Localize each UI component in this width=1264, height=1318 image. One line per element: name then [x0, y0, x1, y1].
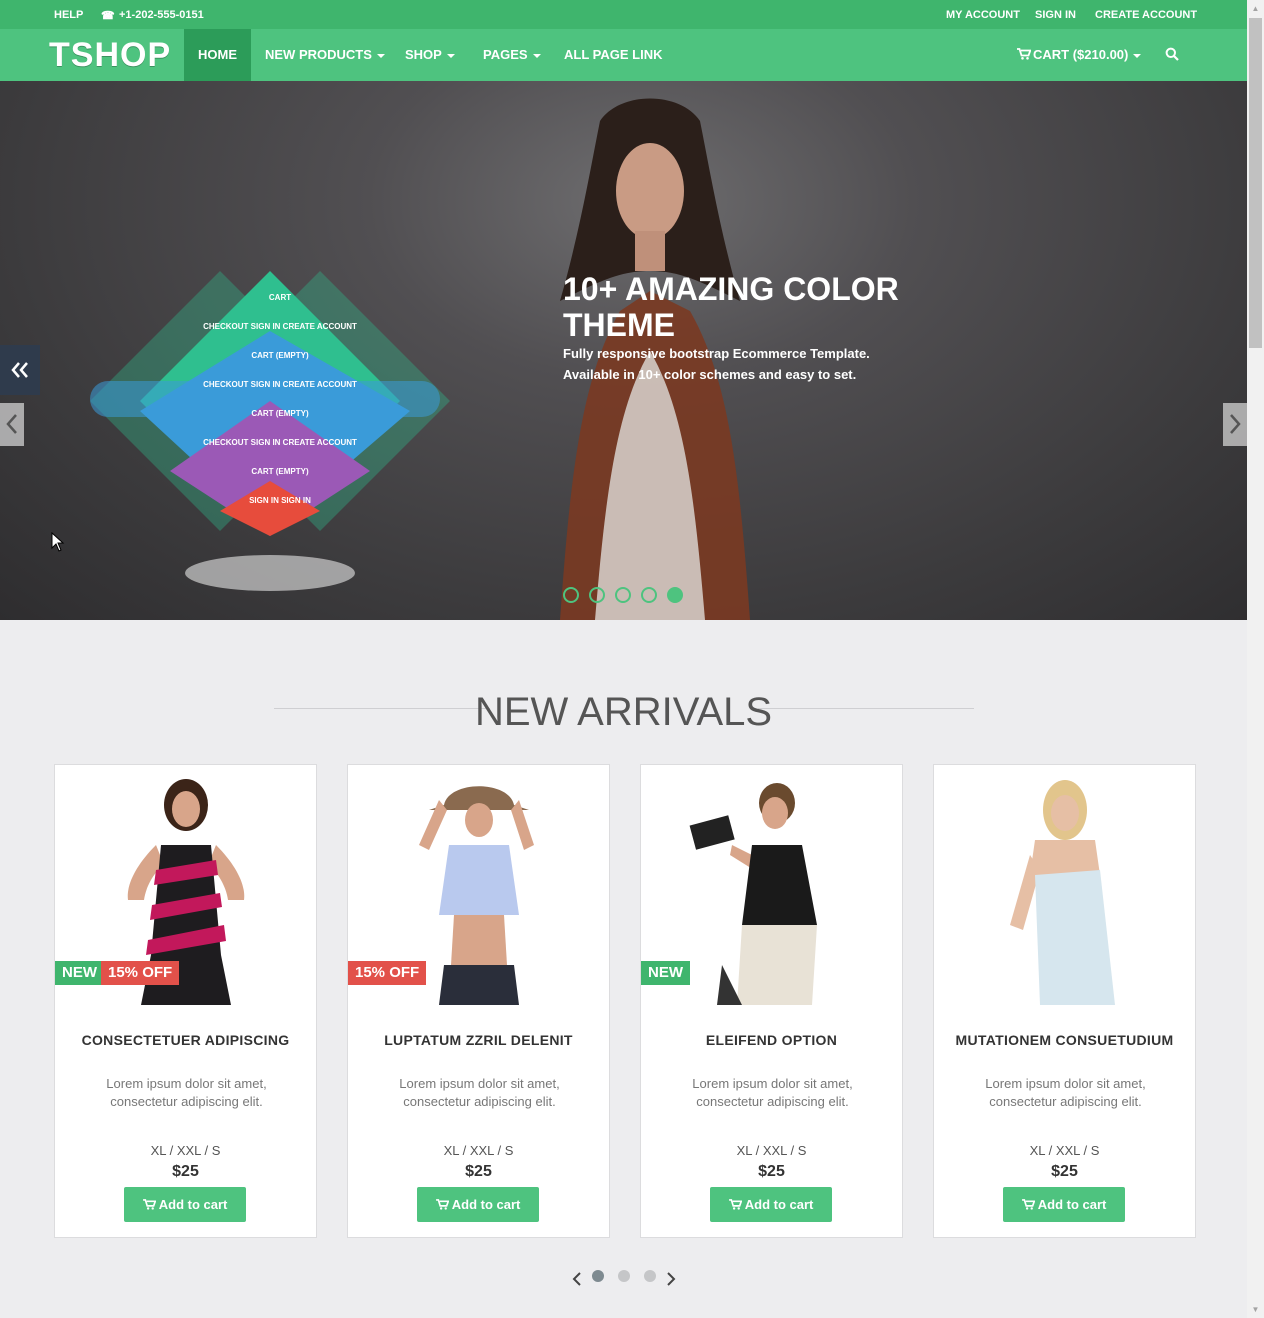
product-price: $25: [465, 1163, 492, 1180]
chevron-left-icon: [6, 414, 17, 434]
main-nav: TSHOP HOME NEW PRODUCTS SHOP PAGES ALL P…: [0, 29, 1247, 81]
product-card: NEW 15% OFF CONSECTETUER ADIPISCING Lore…: [54, 764, 317, 1238]
hero-dot-5[interactable]: [667, 587, 683, 603]
caret-down-icon: [376, 53, 385, 58]
nav-shop-label: SHOP: [405, 47, 442, 62]
demo-row-5: CART (EMPTY): [251, 409, 309, 418]
product-name[interactable]: LUPTATUM ZZRIL DELENIT: [348, 1032, 609, 1048]
side-panel-toggle[interactable]: [0, 345, 40, 395]
new-badge: NEW: [641, 961, 690, 985]
cart-icon: [1017, 48, 1032, 60]
product-card: NEW ELEIFEND OPTION Lorem ipsum dolor si…: [640, 764, 903, 1238]
cart-icon: [728, 1199, 743, 1210]
nav-new-products[interactable]: NEW PRODUCTS: [265, 29, 385, 81]
add-to-cart-label: Add to cart: [451, 1197, 521, 1212]
product-sizes: XL / XXL / S: [1029, 1143, 1100, 1158]
sign-in-link[interactable]: SIGN IN: [1035, 9, 1076, 21]
add-to-cart-label: Add to cart: [744, 1197, 814, 1212]
demo-row-3: CART (EMPTY): [251, 351, 309, 360]
hero-dot-4[interactable]: [641, 587, 657, 603]
product-sizes: XL / XXL / S: [443, 1143, 514, 1158]
add-to-cart-button[interactable]: Add to cart: [124, 1187, 246, 1222]
hero-subtitle-line-2: Available in 10+ color schemes and easy …: [563, 367, 857, 382]
demo-row-8: SIGN IN SIGN IN: [249, 496, 311, 505]
chevron-right-icon: [1230, 414, 1241, 434]
hero-title: 10+ AMAZING COLOR THEME: [563, 271, 899, 343]
hero-slider[interactable]: CART CHECKOUT SIGN IN CREATE ACCOUNT CAR…: [0, 81, 1247, 620]
phone-number[interactable]: +1-202-555-0151: [119, 9, 204, 21]
search-button[interactable]: [1165, 29, 1179, 81]
cart-icon: [435, 1199, 450, 1210]
discount-badge: 15% OFF: [348, 961, 427, 985]
create-account-link[interactable]: CREATE ACCOUNT: [1095, 9, 1197, 21]
pager-dot-2[interactable]: [618, 1270, 630, 1282]
product-name[interactable]: CONSECTETUER ADIPISCING: [55, 1032, 316, 1048]
phone-icon: ☎: [101, 10, 115, 22]
hero-dot-2[interactable]: [589, 587, 605, 603]
scrollbar-thumb[interactable]: [1249, 18, 1262, 348]
double-chevron-left-icon: [11, 362, 28, 378]
discount-badge: 15% OFF: [101, 961, 180, 985]
caret-down-icon: [532, 53, 541, 58]
demo-row-4: CHECKOUT SIGN IN CREATE ACCOUNT: [203, 380, 357, 389]
add-to-cart-button[interactable]: Add to cart: [1003, 1187, 1125, 1222]
nav-cart[interactable]: CART ($210.00): [1017, 29, 1142, 81]
product-price: $25: [1051, 1163, 1078, 1180]
product-card: MUTATIONEM CONSUETUDIUM Lorem ipsum dolo…: [933, 764, 1196, 1238]
pager-dot-3[interactable]: [644, 1270, 656, 1282]
demo-row-7: CART (EMPTY): [251, 467, 309, 476]
product-price: $25: [172, 1163, 199, 1180]
product-name[interactable]: MUTATIONEM CONSUETUDIUM: [934, 1032, 1195, 1048]
scroll-up-icon[interactable]: ▲: [1247, 0, 1264, 17]
product-price: $25: [758, 1163, 785, 1180]
add-to-cart-label: Add to cart: [1037, 1197, 1107, 1212]
demo-row-2: CHECKOUT SIGN IN CREATE ACCOUNT: [203, 322, 357, 331]
my-account-link[interactable]: MY ACCOUNT: [946, 9, 1020, 21]
hero-subtitle: Fully responsive bootstrap Ecommerce Tem…: [563, 343, 903, 385]
cart-icon: [1021, 1199, 1036, 1210]
product-sizes: XL / XXL / S: [150, 1143, 221, 1158]
chevron-left-icon[interactable]: [572, 1272, 582, 1286]
hero-dot-1[interactable]: [563, 587, 579, 603]
nav-home[interactable]: HOME: [184, 29, 251, 81]
new-badge: NEW: [55, 961, 104, 985]
caret-down-icon: [1133, 53, 1142, 58]
cart-icon: [142, 1199, 157, 1210]
chevron-right-icon[interactable]: [666, 1272, 676, 1286]
nav-new-products-label: NEW PRODUCTS: [265, 47, 372, 62]
product-card: 15% OFF LUPTATUM ZZRIL DELENIT Lorem ips…: [347, 764, 610, 1238]
top-bar: HELP ☎ +1-202-555-0151 MY ACCOUNT SIGN I…: [0, 0, 1247, 29]
hero-subtitle-line-1: Fully responsive bootstrap Ecommerce Tem…: [563, 346, 870, 361]
mouse-cursor-icon: [51, 532, 65, 552]
product-name[interactable]: ELEIFEND OPTION: [641, 1032, 902, 1048]
nav-pages-label: PAGES: [483, 47, 528, 62]
product-description: Lorem ipsum dolor sit amet, consectetur …: [106, 1076, 267, 1109]
demo-row-6: CHECKOUT SIGN IN CREATE ACCOUNT: [203, 438, 357, 447]
hero-next-button[interactable]: [1223, 403, 1247, 446]
nav-all-page-link[interactable]: ALL PAGE LINK: [564, 29, 662, 81]
demo-row-1: CART: [268, 293, 292, 302]
scroll-down-icon[interactable]: ▼: [1247, 1301, 1264, 1318]
hero-prev-button[interactable]: [0, 403, 24, 446]
color-theme-demo: CART CHECKOUT SIGN IN CREATE ACCOUNT CAR…: [90, 271, 450, 601]
product-description: Lorem ipsum dolor sit amet, consectetur …: [985, 1076, 1146, 1109]
add-to-cart-button[interactable]: Add to cart: [710, 1187, 832, 1222]
nav-pages[interactable]: PAGES: [483, 29, 541, 81]
product-sizes: XL / XXL / S: [736, 1143, 807, 1158]
section-title: NEW ARRIVALS: [474, 690, 773, 734]
add-to-cart-label: Add to cart: [158, 1197, 228, 1212]
hero-dot-3[interactable]: [615, 587, 631, 603]
product-description: Lorem ipsum dolor sit amet, consectetur …: [399, 1076, 560, 1109]
product-description: Lorem ipsum dolor sit amet, consectetur …: [692, 1076, 853, 1109]
product-image[interactable]: [935, 775, 1195, 1005]
pager-dot-1[interactable]: [592, 1270, 604, 1282]
logo[interactable]: TSHOP: [49, 36, 171, 75]
help-link[interactable]: HELP: [54, 9, 83, 21]
page-scrollbar[interactable]: ▲ ▼: [1247, 0, 1264, 1318]
search-icon: [1165, 47, 1179, 61]
add-to-cart-button[interactable]: Add to cart: [417, 1187, 539, 1222]
nav-shop[interactable]: SHOP: [405, 29, 455, 81]
caret-down-icon: [446, 53, 455, 58]
nav-cart-label: CART ($210.00): [1033, 47, 1129, 62]
